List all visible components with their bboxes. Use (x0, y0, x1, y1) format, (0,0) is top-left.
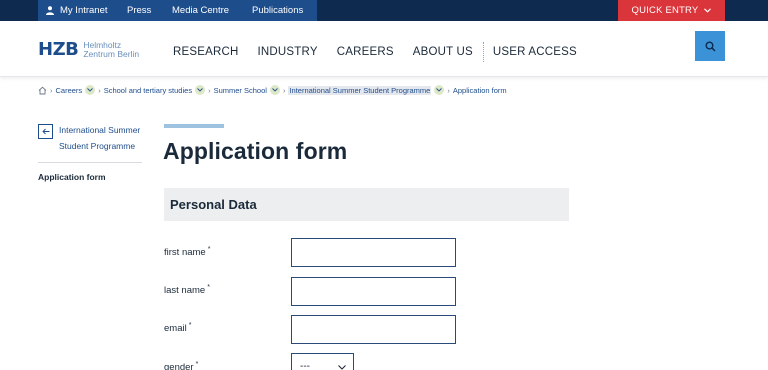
page-title: Application form (163, 138, 348, 164)
logo-text: Helmholtz Zentrum Berlin (83, 40, 140, 59)
back-button[interactable] (38, 124, 53, 139)
breadcrumb: › Careers › School and tertiary studies … (38, 84, 507, 96)
gender-select-value: --- (300, 360, 310, 370)
chevron-down-icon (436, 88, 443, 92)
nav-careers[interactable]: CAREERS (337, 46, 394, 58)
main-header: HZB Helmholtz Zentrum Berlin RESEARCH IN… (0, 21, 768, 77)
breadcrumb-summer-school[interactable]: Summer School (214, 86, 267, 95)
first-name-label: first name * (164, 246, 210, 258)
utility-bar: My Intranet Press Media Centre Publicati… (0, 0, 768, 21)
sidebar-back-link[interactable]: International Summer Student Programme (38, 124, 142, 154)
breadcrumb-careers[interactable]: Careers (56, 86, 83, 95)
breadcrumb-separator: › (50, 85, 53, 95)
logo-mark: HZB (38, 39, 79, 60)
last-name-label-text: last name (164, 285, 206, 297)
breadcrumb-separator: › (447, 85, 450, 95)
last-name-input[interactable] (291, 277, 456, 306)
sidebar: International Summer Student Programme A… (38, 124, 142, 182)
search-icon (705, 41, 716, 52)
breadcrumb-separator: › (282, 85, 286, 95)
required-marker: * (207, 246, 211, 253)
section-header: Personal Data (164, 188, 569, 221)
sidebar-divider (38, 162, 142, 163)
breadcrumb-school[interactable]: School and tertiary studies (104, 86, 192, 95)
sidebar-item-application-form[interactable]: Application form (38, 172, 142, 182)
email-label: email * (164, 322, 191, 334)
nav-research[interactable]: RESEARCH (173, 46, 239, 58)
breadcrumb-expand-toggle[interactable] (85, 85, 96, 95)
main-nav: RESEARCH INDUSTRY CAREERS ABOUT US USER … (173, 42, 596, 62)
my-intranet-label: My Intranet (60, 5, 108, 16)
nav-divider (482, 42, 484, 62)
chevron-down-icon (704, 8, 712, 13)
chevron-down-icon (272, 88, 278, 92)
search-button[interactable] (695, 31, 725, 61)
breadcrumb-expand-toggle[interactable] (195, 85, 206, 95)
arrow-left-icon (41, 128, 49, 135)
logo-line-2: Zentrum Berlin (83, 48, 140, 59)
nav-about-us[interactable]: ABOUT US (413, 46, 473, 58)
breadcrumb-issp[interactable]: International Summer Student Programme (288, 85, 432, 95)
breadcrumb-current: Application form (452, 85, 507, 95)
my-intranet-link[interactable]: My Intranet (38, 0, 127, 21)
section-title: Personal Data (170, 197, 257, 212)
first-name-input[interactable] (291, 238, 456, 267)
nav-industry[interactable]: INDUSTRY (258, 46, 318, 58)
hzb-logo[interactable]: HZB Helmholtz Zentrum Berlin (38, 39, 139, 60)
person-icon (46, 6, 54, 15)
title-accent-bar (164, 124, 224, 128)
breadcrumb-separator: › (98, 85, 101, 95)
breadcrumb-expand-toggle[interactable] (269, 85, 280, 95)
last-name-label: last name * (164, 284, 210, 296)
media-centre-link[interactable]: Media Centre (172, 0, 252, 21)
breadcrumb-separator: › (208, 85, 211, 95)
email-input[interactable] (291, 315, 456, 344)
required-marker: * (188, 322, 192, 329)
chevron-down-icon (197, 88, 203, 92)
required-marker: * (207, 284, 210, 291)
utility-links: My Intranet Press Media Centre Publicati… (38, 0, 317, 21)
chevron-down-icon (338, 365, 346, 370)
sidebar-back-label: International Summer Student Programme (59, 125, 141, 151)
breadcrumb-expand-toggle[interactable] (434, 85, 445, 95)
chevron-down-icon (87, 88, 94, 92)
nav-user-access[interactable]: USER ACCESS (493, 46, 577, 58)
required-marker: * (195, 361, 199, 368)
first-name-label-text: first name (164, 247, 206, 259)
home-icon[interactable] (38, 86, 47, 95)
email-label-text: email (164, 323, 187, 335)
publications-link[interactable]: Publications (252, 0, 317, 21)
quick-entry-label: QUICK ENTRY (631, 5, 699, 16)
gender-label: gender * (164, 361, 198, 370)
gender-select[interactable]: --- (291, 353, 354, 370)
press-link[interactable]: Press (127, 0, 172, 21)
quick-entry-button[interactable]: QUICK ENTRY (618, 0, 725, 21)
gender-label-text: gender (164, 362, 194, 370)
